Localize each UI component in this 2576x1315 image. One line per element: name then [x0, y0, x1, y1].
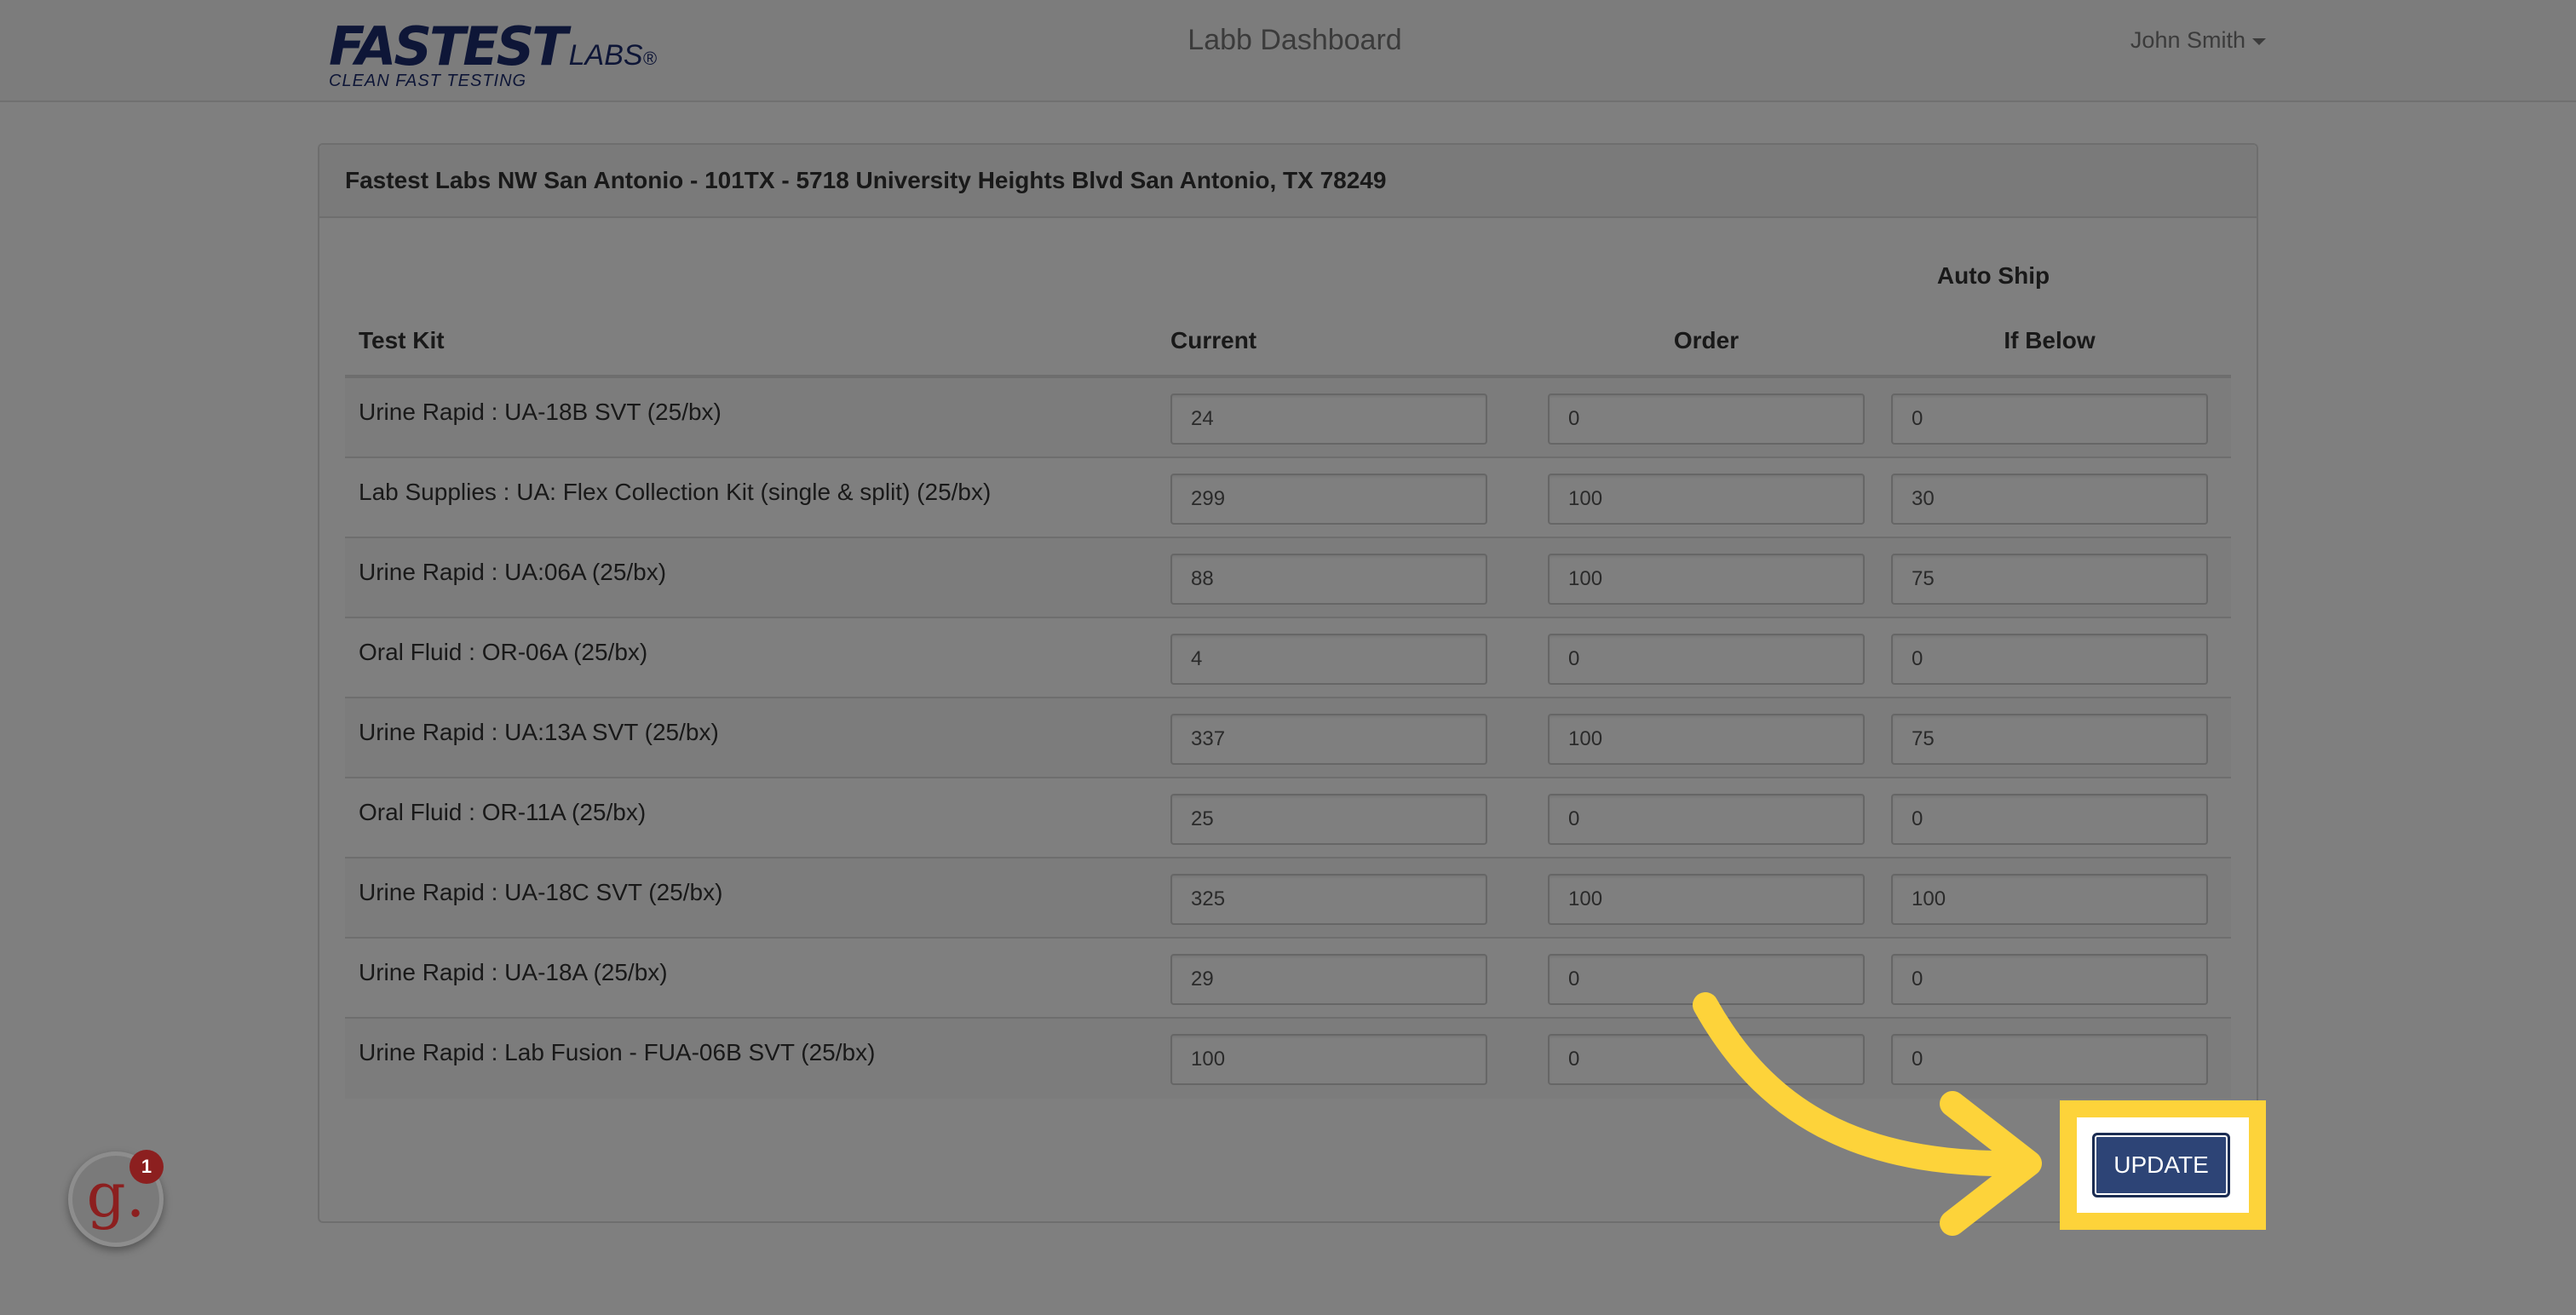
test-kit-name: Oral Fluid : OR-11A (25/bx) [359, 799, 647, 825]
test-kit-name: Oral Fluid : OR-06A (25/bx) [359, 639, 648, 665]
current-input[interactable] [1170, 474, 1487, 525]
order-input[interactable] [1548, 954, 1865, 1005]
order-input[interactable] [1548, 1034, 1865, 1085]
panel-title: Fastest Labs NW San Antonio - 101TX - 57… [345, 167, 1387, 193]
current-input[interactable] [1170, 1034, 1487, 1085]
page-title: Labb Dashboard [1187, 24, 1402, 56]
user-menu[interactable]: John Smith [2061, 27, 2266, 54]
table-row: Oral Fluid : OR-11A (25/bx) [345, 778, 2231, 858]
order-input[interactable] [1548, 714, 1865, 765]
column-test-kit: Test Kit [359, 327, 445, 353]
test-kit-name: Lab Supplies : UA: Flex Collection Kit (… [359, 479, 992, 505]
column-order: Order [1673, 327, 1739, 353]
if-below-input[interactable] [1891, 634, 2208, 685]
current-input[interactable] [1170, 874, 1487, 925]
table-row: Lab Supplies : UA: Flex Collection Kit (… [345, 458, 2231, 538]
fastest-labs-logo[interactable]: FASTEST LABS® CLEAN FAST TESTING [329, 17, 657, 95]
current-input[interactable] [1170, 393, 1487, 445]
order-input[interactable] [1548, 474, 1865, 525]
logo-wordmark: FASTEST LABS® [329, 17, 657, 77]
if-below-input[interactable] [1891, 1034, 2208, 1085]
order-input[interactable] [1548, 393, 1865, 445]
navbar: FASTEST LABS® CLEAN FAST TESTING Labb Das… [0, 0, 2576, 102]
test-kit-name: Urine Rapid : Lab Fusion - FUA-06B SVT (… [359, 1039, 876, 1065]
update-button[interactable]: UPDATE [2092, 1133, 2230, 1197]
if-below-input[interactable] [1891, 393, 2208, 445]
table-row: Urine Rapid : UA-18B SVT (25/bx) [345, 378, 2231, 458]
if-below-input[interactable] [1891, 794, 2208, 845]
column-if-below: If Below [2004, 327, 2096, 353]
table-row: Urine Rapid : UA-18A (25/bx) [345, 939, 2231, 1019]
user-name: John Smith [2130, 27, 2245, 53]
table-row: Urine Rapid : UA:13A SVT (25/bx) [345, 698, 2231, 778]
notification-count-badge: 1 [129, 1150, 164, 1184]
table-row: Urine Rapid : UA:06A (25/bx) [345, 538, 2231, 618]
order-input[interactable] [1548, 634, 1865, 685]
logo-registered-mark: ® [642, 48, 657, 69]
update-button-highlight: UPDATE [2060, 1100, 2266, 1230]
auto-ship-header: Auto Ship [1936, 262, 2050, 289]
table-row: Oral Fluid : OR-06A (25/bx) [345, 618, 2231, 698]
current-input[interactable] [1170, 714, 1487, 765]
order-input[interactable] [1548, 874, 1865, 925]
if-below-input[interactable] [1891, 954, 2208, 1005]
table-row: Urine Rapid : UA-18C SVT (25/bx) [345, 858, 2231, 939]
chevron-down-icon [2252, 37, 2266, 45]
order-input[interactable] [1548, 794, 1865, 845]
current-input[interactable] [1170, 554, 1487, 605]
current-input[interactable] [1170, 634, 1487, 685]
inventory-panel: Fastest Labs NW San Antonio - 101TX - 57… [318, 143, 2258, 1223]
table-row: Urine Rapid : Lab Fusion - FUA-06B SVT (… [345, 1019, 2231, 1099]
if-below-input[interactable] [1891, 874, 2208, 925]
test-kit-name: Urine Rapid : UA-18C SVT (25/bx) [359, 879, 723, 905]
logo-tagline: CLEAN FAST TESTING [329, 72, 527, 90]
current-input[interactable] [1170, 954, 1487, 1005]
test-kit-name: Urine Rapid : UA-18B SVT (25/bx) [359, 399, 722, 425]
test-kit-name: Urine Rapid : UA:06A (25/bx) [359, 559, 667, 585]
logo-main-est: EST [463, 15, 567, 78]
column-current: Current [1170, 327, 1257, 353]
test-kit-name: Urine Rapid : UA:13A SVT (25/bx) [359, 719, 719, 745]
order-input[interactable] [1548, 554, 1865, 605]
logo-main-fast: FAST [329, 15, 465, 78]
current-input[interactable] [1170, 794, 1487, 845]
if-below-input[interactable] [1891, 474, 2208, 525]
panel-heading: Fastest Labs NW San Antonio - 101TX - 57… [319, 145, 2257, 218]
test-kit-name: Urine Rapid : UA-18A (25/bx) [359, 959, 668, 985]
if-below-input[interactable] [1891, 554, 2208, 605]
if-below-input[interactable] [1891, 714, 2208, 765]
logo-labs: LABS [568, 39, 643, 72]
